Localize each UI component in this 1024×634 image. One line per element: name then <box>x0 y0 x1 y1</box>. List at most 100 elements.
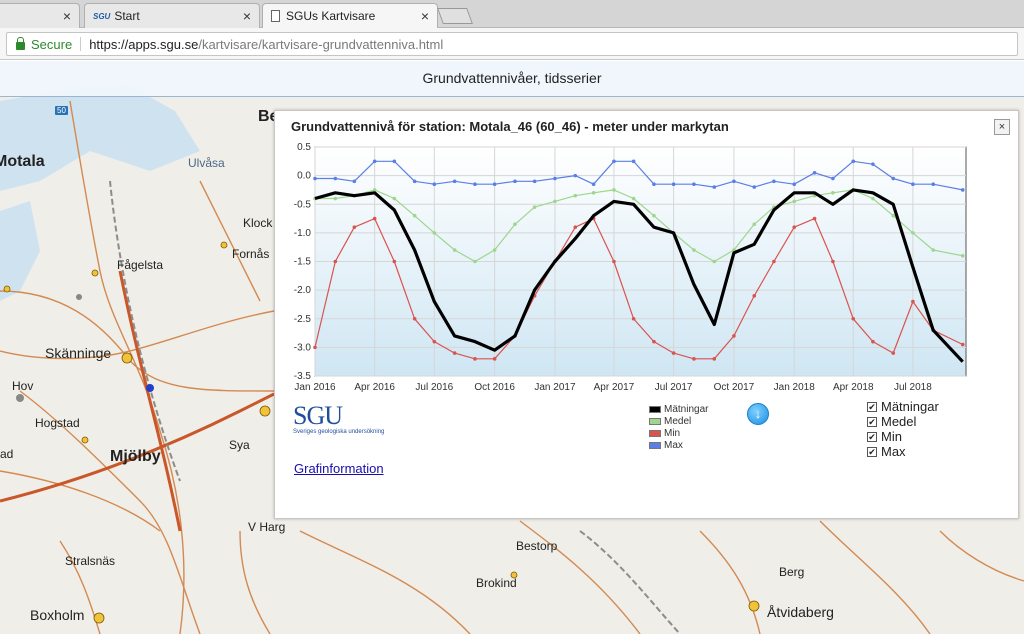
data-point-min <box>372 216 377 221</box>
sgu-logo: SGU Sveriges geologiska undersökning <box>293 401 385 435</box>
place-label: Sya <box>229 438 250 452</box>
data-point-min <box>573 225 578 229</box>
y-tick-label: -2.5 <box>294 314 312 325</box>
browser-tab-kartvisare[interactable]: SGUs Kartvisare × <box>262 3 438 28</box>
data-point-min <box>333 259 338 264</box>
data-point-medel <box>573 193 578 198</box>
data-point-min <box>452 351 457 355</box>
data-point-max <box>492 182 497 187</box>
data-point-medel <box>473 259 477 264</box>
legend-item: Max <box>649 439 708 451</box>
data-point-max <box>792 182 797 187</box>
browser-tab-start[interactable]: SGU Start × <box>84 3 260 28</box>
data-point-max <box>772 179 776 184</box>
data-point-min <box>432 339 437 344</box>
data-point-medel <box>871 196 875 201</box>
x-tick-label: Jan 2018 <box>774 382 816 393</box>
place-label: Boxholm <box>30 607 85 623</box>
data-point-max <box>911 182 915 187</box>
data-point-min <box>473 357 477 361</box>
place-label: Brokind <box>476 576 517 590</box>
url-host: https://apps.sgu.se <box>89 36 199 52</box>
x-tick-label: Jul 2017 <box>655 382 693 393</box>
data-point-medel <box>692 248 696 252</box>
data-point-medel <box>492 248 497 252</box>
x-tick-label: Apr 2017 <box>594 382 635 393</box>
browser-tab-bar: × SGU Start × SGUs Kartvisare × <box>0 0 1024 28</box>
x-tick-label: Apr 2016 <box>354 382 395 393</box>
place-label: Fågelsta <box>117 258 164 272</box>
y-tick-label: -0.5 <box>294 199 312 210</box>
place-label: V Harg <box>248 520 286 534</box>
x-tick-label: Jul 2018 <box>894 382 932 393</box>
data-point-medel <box>392 196 397 201</box>
data-point-max <box>372 159 377 164</box>
data-point-medel <box>831 191 835 195</box>
data-point-medel <box>513 222 517 227</box>
place-label: Hov <box>12 379 34 393</box>
place-label: Ulvåsa <box>188 156 225 170</box>
y-tick-label: 0.0 <box>297 171 311 182</box>
data-point-medel <box>652 213 656 218</box>
data-point-min <box>792 225 797 229</box>
data-point-min <box>732 334 736 338</box>
place-label: Fornås <box>232 247 270 261</box>
data-point-max <box>812 170 817 175</box>
separator <box>80 37 82 51</box>
omnibox[interactable]: Secure https://apps.sgu.se /kartvisare/k… <box>6 32 1018 56</box>
data-point-min <box>891 351 896 355</box>
legend-swatch <box>649 417 661 425</box>
data-point-medel <box>911 231 915 235</box>
place-label: Mjölby <box>110 448 161 465</box>
data-point-min <box>960 342 965 347</box>
tab-label: SGUs Kartvisare <box>286 9 376 23</box>
y-tick-label: -1.5 <box>294 257 312 268</box>
series-checkboxes: ✔ Mätningar ✔ Medel ✔ Min ✔ Max <box>867 399 939 459</box>
grafinformation-link[interactable]: Grafinformation <box>294 461 384 476</box>
data-point-max <box>831 176 835 181</box>
data-point-medel <box>372 188 377 192</box>
data-point-medel <box>612 188 616 192</box>
data-point-min <box>772 259 776 264</box>
road-badge: 50 <box>55 106 68 115</box>
tab-close-icon[interactable]: × <box>243 8 251 24</box>
new-tab-button[interactable] <box>437 8 473 24</box>
checkbox-matningar[interactable]: ✔ Mätningar <box>867 399 939 414</box>
data-point-medel <box>891 213 896 218</box>
checkbox-medel[interactable]: ✔ Medel <box>867 414 939 429</box>
data-point-min <box>712 357 717 361</box>
y-tick-label: -3.0 <box>294 342 312 353</box>
legend-item: Medel <box>649 415 708 427</box>
x-tick-label: Oct 2017 <box>714 382 755 393</box>
place-label: Stralsnäs <box>65 554 116 568</box>
download-arrow-icon[interactable]: ↓ <box>747 403 769 425</box>
data-point-max <box>392 159 397 164</box>
page-header: Grundvattennivåer, tidsserier <box>0 61 1024 97</box>
legend-swatch <box>649 429 661 437</box>
data-point-medel <box>412 213 417 218</box>
data-point-medel <box>591 191 596 195</box>
checkbox-min[interactable]: ✔ Min <box>867 429 939 444</box>
y-tick-label: -3.5 <box>294 371 312 382</box>
data-point-max <box>931 182 936 187</box>
groundwater-chart: 0.5 0.0 -0.5 -1.0 -1.5 -2.0 -2.5 -3.0 -3.5 Jan 2… <box>294 142 967 393</box>
data-point-medel <box>333 196 338 201</box>
data-point-max <box>752 185 757 189</box>
x-tick-label: Oct 2016 <box>474 382 515 393</box>
tab-close-icon[interactable]: × <box>421 8 429 24</box>
data-point-max <box>851 159 856 164</box>
place-label: Hogstad <box>35 416 80 430</box>
place-label: Bestorp <box>516 539 558 553</box>
data-point-max <box>553 176 557 181</box>
checkbox-max[interactable]: ✔ Max <box>867 444 939 459</box>
legend-item: Mätningar <box>649 403 708 415</box>
data-point-max <box>591 182 596 187</box>
data-point-max <box>692 182 696 187</box>
browser-tab[interactable]: × <box>0 3 80 28</box>
tab-close-icon[interactable]: × <box>63 8 71 24</box>
data-point-max <box>671 182 676 187</box>
place-label: Klock <box>243 216 273 230</box>
data-point-max <box>352 179 357 184</box>
data-point-max <box>960 188 965 192</box>
place-label: Åtvidaberg <box>767 604 834 620</box>
